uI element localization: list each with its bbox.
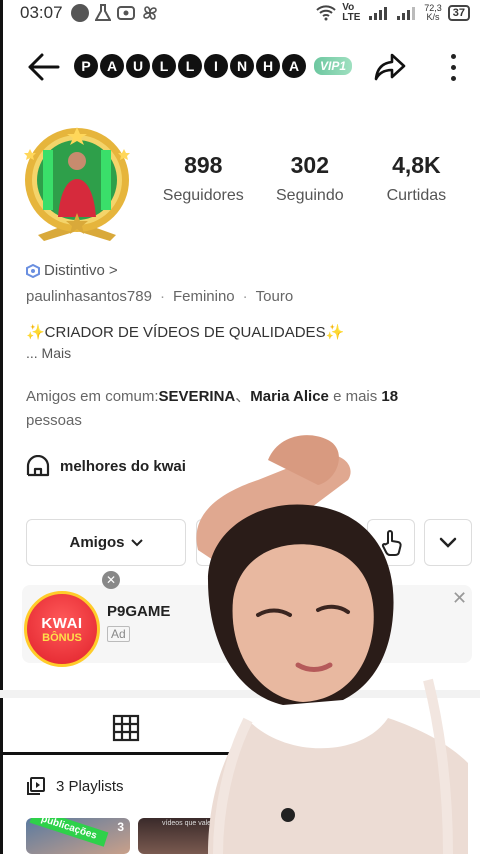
status-time: 03:07 [20,3,63,22]
mutual-sep: 、 [235,388,251,405]
badge-label: Distintivo [44,262,105,279]
vip-badge[interactable]: VIP1 [314,57,353,75]
ad-logo: KWAI BÔNUS [24,591,100,667]
status-notification-icons [70,4,159,22]
name-letter: H [256,54,280,78]
meta-separator: · [242,288,248,305]
battery-indicator: 37 [447,5,470,21]
pinwheel-icon [142,6,157,20]
playlist-icon [27,777,45,795]
floating-video-overlay[interactable] [188,420,480,854]
avatar[interactable] [18,125,136,243]
friends-button[interactable]: Amigos [26,519,186,566]
check-icon [70,4,89,22]
following-stat[interactable]: 302 Seguindo [257,152,364,205]
speed-unit: K/s [426,12,440,22]
grid-tab-icon[interactable] [112,714,140,742]
name-letter: L [152,54,176,78]
ad-tag: Ad [107,626,130,642]
name-letter: A [282,54,306,78]
name-letter: U [126,54,150,78]
name-letter: A [100,54,124,78]
profile-stats: 898 Seguidores 302 Seguindo 4,8K Curtida… [150,152,470,205]
badge-hex-icon [26,263,40,278]
name-letter: I [204,54,228,78]
status-right: Vo LTE 72,3 K/s 37 [316,3,470,23]
likes-label: Curtidas [386,187,447,204]
screen-edge [0,0,3,854]
likes-stat[interactable]: 4,8K Curtidas [363,152,470,205]
community-link[interactable]: melhores do kwai [26,455,186,477]
profile-meta: paulinhasantos789 · Feminino · Touro [26,288,293,305]
followers-stat[interactable]: 898 Seguidores [150,152,257,205]
community-house-icon [26,455,50,477]
wifi-icon [316,5,336,21]
network-label: Vo LTE [342,2,361,23]
ad-dismiss-icon[interactable]: ✕ [102,571,120,589]
camera-icon [116,6,135,20]
mutual-count: 18 [381,388,399,405]
name-letter: L [178,54,202,78]
mutual-name-2: Maria Alice [250,388,329,405]
following-label: Seguindo [276,187,344,204]
followers-label: Seguidores [162,187,244,204]
signal-2-icon [397,7,416,20]
name-letter: P [74,54,98,78]
meta-separator: · [159,288,165,305]
profile-header: P A U L L I N H A VIP1 [0,44,480,90]
badge-chevron: > [108,262,118,279]
ad-title[interactable]: P9GAME [107,603,170,620]
mutual-suffix: pessoas [26,412,82,429]
ad-logo-line2: BÔNUS [42,631,82,644]
badge-link[interactable]: Distintivo > [26,262,118,279]
chevron-down-icon [130,538,143,546]
status-bar: 03:07 Vo LTE 72,3 K/s 37 [0,0,480,26]
mutual-name-1: SEVERINA [158,388,236,405]
share-icon[interactable] [372,50,408,84]
back-arrow-icon[interactable] [24,50,64,84]
signal-icon [369,7,388,20]
name-letter: N [230,54,254,78]
mutual-prefix: Amigos em comum: [26,388,159,405]
network-speed: 72,3 K/s [424,4,442,22]
profile-name: P A U L L I N H A VIP1 [74,54,353,78]
likes-count: 4,8K [392,152,441,178]
following-count: 302 [290,152,329,178]
thumb-ribbon: publicações [29,818,109,847]
friends-button-label: Amigos [69,534,125,551]
bio-more-link[interactable]: ... Mais [26,345,71,361]
username: paulinhasantos789 [26,288,152,305]
playlists-header[interactable]: 3 Playlists [26,776,124,796]
profile-bio: ✨CRIADOR DE VÍDEOS DE QUALIDADES✨ [26,324,345,341]
community-label: melhores do kwai [60,457,186,475]
mutual-middle: e mais [328,388,382,405]
gender: Feminino [172,288,235,305]
flask-icon [94,4,111,21]
ad-logo-line1: KWAI [41,614,83,632]
playlist-thumbnail[interactable]: publicações 3 [26,818,130,854]
followers-count: 898 [184,152,223,178]
more-options-icon[interactable] [442,50,464,84]
zodiac-sign: Touro [255,288,294,305]
playlists-label: 3 Playlists [56,777,124,795]
thumb-count: 3 [117,820,124,834]
